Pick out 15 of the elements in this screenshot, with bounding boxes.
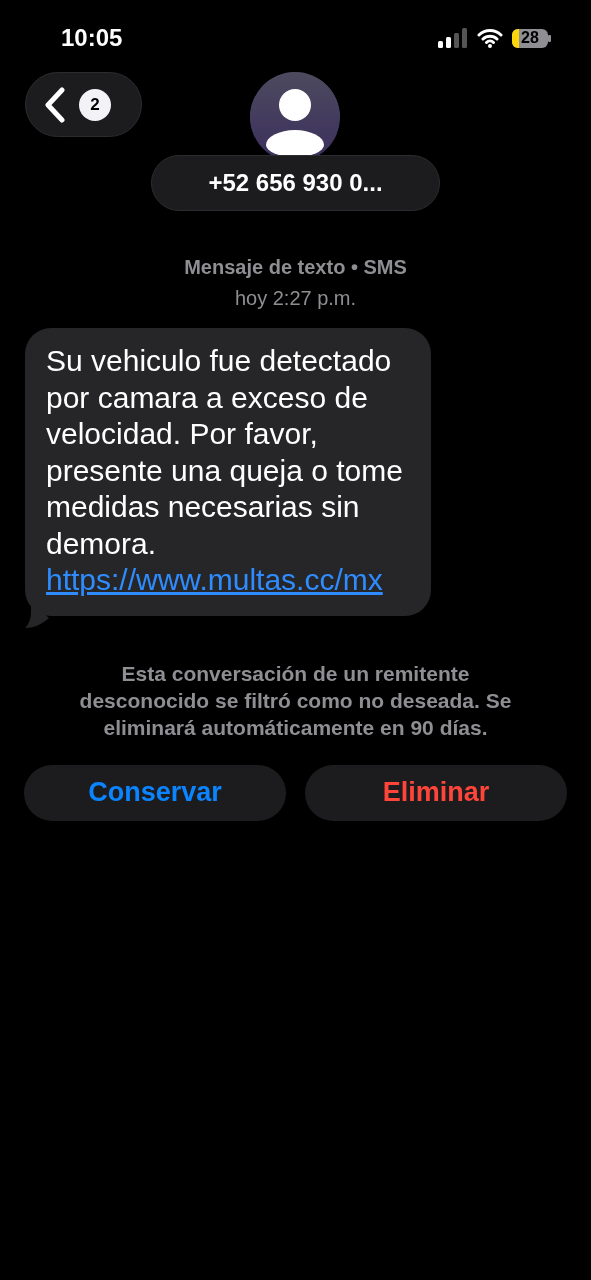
message-timestamp: hoy 2:27 p.m. — [234, 286, 357, 311]
delete-button[interactable]: Eliminar — [305, 764, 567, 821]
message-link[interactable]: https://www.multas.cc/mx — [46, 562, 413, 599]
message-service-label: Mensaje de texto • SMS — [184, 255, 407, 280]
battery-icon: 28 — [512, 28, 551, 48]
filter-notice: Esta conversación de un remitente desconocido se filtró como no deseada. Se eliminará automáticamente en 90 días. — [78, 660, 513, 741]
signal-icon — [438, 28, 468, 48]
contact-name-button[interactable]: +52 656 930 0... — [151, 155, 440, 211]
message-text: Su vehiculo fue detectado por camara a exceso de velocidad. Por favor, presente una queja o tome medidas necesarias sin demora. — [46, 344, 403, 560]
wifi-icon — [477, 28, 503, 48]
unread-count-badge: 2 — [79, 88, 111, 121]
back-button[interactable]: 2 — [25, 72, 142, 137]
keep-button[interactable]: Conservar — [24, 764, 286, 821]
chevron-left-icon — [45, 86, 65, 123]
clock-time: 10:05 — [61, 24, 123, 52]
